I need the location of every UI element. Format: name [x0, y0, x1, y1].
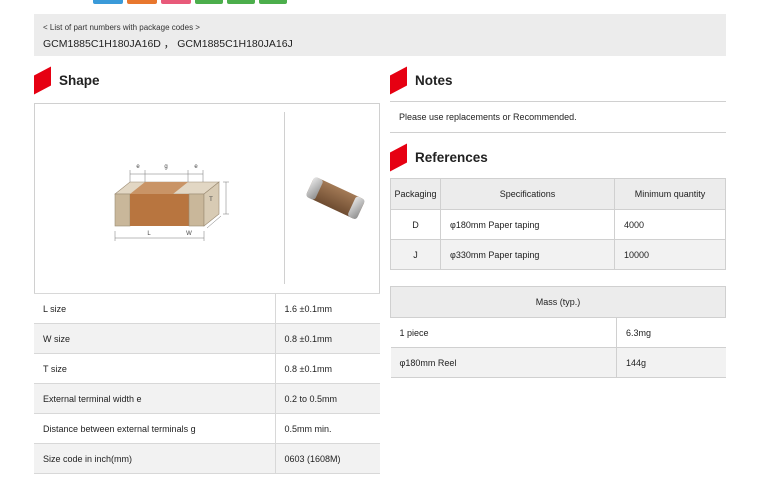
- table-header-row: Packaging Specifications Minimum quantit…: [390, 178, 726, 210]
- spec-label: W size: [34, 323, 275, 354]
- packaging-spec: φ330mm Paper taping: [440, 239, 615, 270]
- spec-value: 0.2 to 0.5mm: [274, 383, 380, 414]
- table-row: J φ330mm Paper taping 10000: [390, 239, 726, 270]
- col-header-specifications: Specifications: [440, 178, 615, 210]
- shape-divider: [284, 112, 285, 284]
- dim-label-e2: e: [194, 164, 198, 170]
- col-header-min-quantity: Minimum quantity: [614, 178, 726, 210]
- share-button-6[interactable]: [259, 0, 287, 4]
- packaging-spec: φ180mm Paper taping: [440, 209, 615, 240]
- part-numbers-list-link[interactable]: < List of part numbers with package code…: [43, 23, 726, 33]
- table-row: 1 piece 6.3mg: [390, 317, 726, 348]
- share-button-1[interactable]: [93, 0, 123, 4]
- spec-label: External terminal width e: [34, 383, 275, 414]
- red-flag-icon: [390, 143, 407, 172]
- chip-body: [130, 194, 189, 226]
- table-row: Distance between external terminals g 0.…: [34, 413, 380, 444]
- mass-value: 6.3mg: [616, 317, 726, 348]
- terminal-left: [114, 193, 131, 227]
- table-row: L size 1.6 ±0.1mm: [34, 293, 380, 324]
- shape-title: Shape: [59, 73, 100, 88]
- spec-label: Size code in inch(mm): [34, 443, 275, 474]
- mass-label: φ180mm Reel: [390, 347, 617, 378]
- table-row: D φ180mm Paper taping 4000: [390, 209, 726, 240]
- shape-spec-table: L size 1.6 ±0.1mm W size 0.8 ±0.1mm T si…: [34, 293, 380, 474]
- spec-label: Distance between external terminals g: [34, 413, 275, 444]
- table-header-row: Mass (typ.): [390, 286, 726, 318]
- dim-label-w: W: [186, 231, 192, 237]
- notes-text: Please use replacements or Recommended.: [390, 101, 726, 133]
- dim-label-e1: e: [136, 164, 140, 170]
- share-button-3[interactable]: [161, 0, 191, 4]
- table-row: φ180mm Reel 144g: [390, 347, 726, 378]
- dimension-diagram: e g e T W L: [114, 164, 229, 241]
- references-title: References: [415, 150, 488, 165]
- table-row: External terminal width e 0.2 to 0.5mm: [34, 383, 380, 414]
- packaging-code: J: [390, 239, 441, 270]
- shape-heading: Shape: [34, 66, 100, 95]
- part-numbers-values: GCM1885C1H180JA16D ， GCM1885C1H180JA16J: [43, 38, 293, 50]
- table-row: T size 0.8 ±0.1mm: [34, 353, 380, 384]
- mass-table: Mass (typ.) 1 piece 6.3mg φ180mm Reel 14…: [390, 286, 726, 378]
- notes-heading: Notes: [390, 66, 453, 95]
- spec-value: 0.8 ±0.1mm: [274, 323, 380, 354]
- spec-label: L size: [34, 293, 275, 324]
- spec-label: T size: [34, 353, 275, 384]
- packaging-qty: 10000: [614, 239, 726, 270]
- share-button-2[interactable]: [127, 0, 157, 4]
- red-flag-icon: [34, 66, 51, 95]
- mass-header: Mass (typ.): [390, 286, 726, 318]
- mass-value: 144g: [616, 347, 726, 378]
- table-row: W size 0.8 ±0.1mm: [34, 323, 380, 354]
- references-table: Packaging Specifications Minimum quantit…: [390, 178, 726, 270]
- col-header-packaging: Packaging: [390, 178, 441, 210]
- chip-photo: [306, 177, 365, 219]
- shape-image-frame: e g e T W L: [34, 103, 380, 293]
- references-heading: References: [390, 143, 488, 172]
- dim-label-l: L: [147, 231, 151, 237]
- terminal-right: [188, 193, 205, 227]
- spec-value: 0603 (1608M): [274, 443, 380, 474]
- spec-value: 0.8 ±0.1mm: [274, 353, 380, 384]
- share-button-4[interactable]: [195, 0, 223, 4]
- part-numbers-box: < List of part numbers with package code…: [34, 14, 726, 56]
- share-buttons: [93, 0, 287, 4]
- packaging-qty: 4000: [614, 209, 726, 240]
- dim-label-g: g: [164, 164, 167, 170]
- mass-label: 1 piece: [390, 317, 617, 348]
- spec-value: 1.6 ±0.1mm: [274, 293, 380, 324]
- packaging-code: D: [390, 209, 441, 240]
- dim-label-t: T: [209, 197, 213, 203]
- share-button-5[interactable]: [227, 0, 255, 4]
- spec-value: 0.5mm min.: [274, 413, 380, 444]
- table-row: Size code in inch(mm) 0603 (1608M): [34, 443, 380, 474]
- red-flag-icon: [390, 66, 407, 95]
- notes-title: Notes: [415, 73, 453, 88]
